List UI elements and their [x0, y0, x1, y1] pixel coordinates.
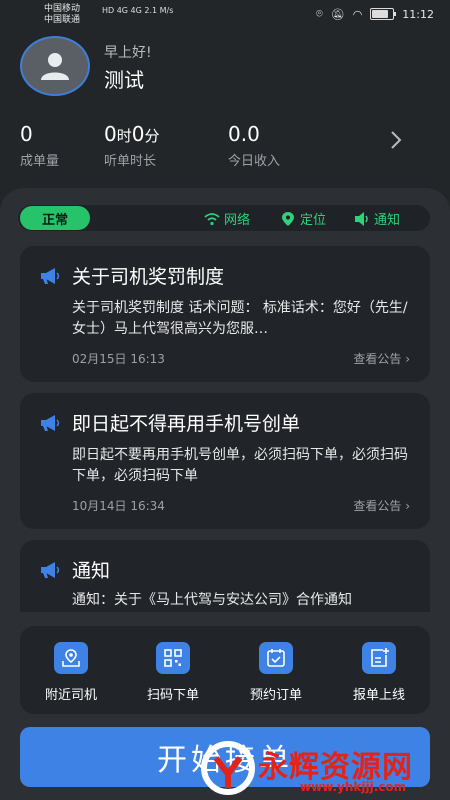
notify-label: 通知 [374, 213, 401, 228]
status-indicators: 正常 网络 定位 通知 [18, 205, 430, 231]
megaphone-icon [41, 562, 60, 578]
notice-date: 10月14日 16:34 [72, 499, 165, 513]
hours-value: 0 [104, 122, 117, 146]
notice-card[interactable]: 即日起不得再用手机号创单 即日起不要再用手机号创单，必须扫码下单，必须扫码下单，… [20, 393, 430, 529]
watermark-url: www.yhkjjj.com [300, 780, 407, 794]
carrier-2: 中国联通 [44, 15, 81, 25]
quick-actions-bar: 附近司机 扫码下单 预约订单 报单上线 [20, 626, 430, 714]
location-pin-icon [282, 211, 294, 226]
state-badge[interactable]: 正常 [20, 206, 90, 230]
nearby-drivers-button[interactable]: 附近司机 [26, 642, 116, 703]
report-online-button[interactable]: 报单上线 [334, 642, 424, 703]
income-label: 今日收入 [228, 154, 281, 169]
clock: 11:12 [402, 7, 434, 21]
view-notice-link[interactable]: 查看公告 › [353, 350, 410, 367]
wifi-status-icon: ◠ [352, 7, 363, 21]
wifi-icon [204, 212, 220, 225]
calendar-check-icon [259, 642, 293, 674]
notice-card[interactable]: 关于司机奖罚制度 关于司机奖罚制度 话术问题： 标准话术：您好（先生/女士）马上… [20, 246, 430, 382]
network-label: 网络 [224, 213, 251, 228]
avatar[interactable] [20, 36, 90, 96]
notice-date: 02月15日 16:13 [72, 352, 165, 366]
carrier-info: 中国移动 中国联通 [44, 4, 80, 26]
chevron-right-icon[interactable] [384, 128, 408, 152]
notice-body: 即日起不要再用手机号创单，必须扫码下单，必须扫码下单，必须扫码下单 [72, 447, 408, 484]
scan-order-button[interactable]: 扫码下单 [128, 642, 218, 703]
action-label: 附近司机 [44, 688, 97, 703]
view-notice-link[interactable]: 查看公告 › [353, 497, 410, 514]
stat-duration: 0时0分 听单时长 [104, 122, 160, 169]
income-value: 0.0 [228, 122, 260, 146]
speaker-icon [355, 211, 368, 226]
notice-body: 通知：关于《马上代驾与安达公司》合作通知 [72, 592, 352, 608]
duration-value: 0时0分 [104, 122, 160, 146]
megaphone-icon [41, 268, 60, 284]
status-icons: ⌾ 🔕︎ ◠ 11:12 [316, 7, 434, 21]
duration-label: 听单时长 [104, 154, 157, 169]
notice-title: 通知 [72, 560, 111, 582]
action-label: 报单上线 [352, 688, 405, 703]
battery-icon [370, 8, 397, 20]
minutes-value: 0 [131, 122, 145, 146]
action-label: 预约订单 [249, 688, 302, 703]
map-pin-icon [54, 642, 88, 674]
report-add-icon [362, 642, 396, 674]
minutes-unit: 分 [144, 127, 160, 145]
stat-orders: 0 成单量 [20, 122, 59, 169]
user-name: 测试 [104, 68, 144, 92]
user-icon [41, 53, 69, 80]
notice-body: 关于司机奖罚制度 话术问题： 标准话术：您好（先生/女士）马上代驾很高兴为您服… [72, 300, 408, 337]
reserve-order-button[interactable]: 预约订单 [231, 642, 321, 703]
orders-label: 成单量 [20, 154, 60, 169]
greeting-text: 早上好! [104, 45, 152, 61]
status-bar: 中国移动 中国联通 HD 4G 4G 2.1 M/s ⌾ 🔕︎ ◠ 11:12 [0, 0, 450, 28]
location-label: 定位 [300, 213, 327, 228]
location-indicator: 定位 [280, 209, 326, 228]
network-indicator: 网络 [204, 209, 250, 228]
action-label: 扫码下单 [146, 688, 199, 703]
network-speed: HD 4G 4G 2.1 M/s [102, 6, 174, 15]
megaphone-icon [41, 415, 60, 431]
orders-value: 0 [20, 122, 33, 146]
carrier-1: 中国移动 [44, 4, 81, 14]
notify-indicator: 通知 [354, 209, 400, 228]
stat-income: 0.0 今日收入 [228, 122, 280, 169]
notice-title: 关于司机奖罚制度 [72, 266, 225, 288]
hours-unit: 时 [116, 127, 132, 145]
notice-card[interactable]: 通知 通知：关于《马上代驾与安达公司》合作通知 [20, 540, 430, 612]
qr-code-icon [156, 642, 190, 674]
mute-icon: 🔕︎ [330, 7, 345, 21]
location-status-icon: ⌾ [316, 7, 323, 20]
notice-title: 即日起不得再用手机号创单 [72, 413, 301, 435]
